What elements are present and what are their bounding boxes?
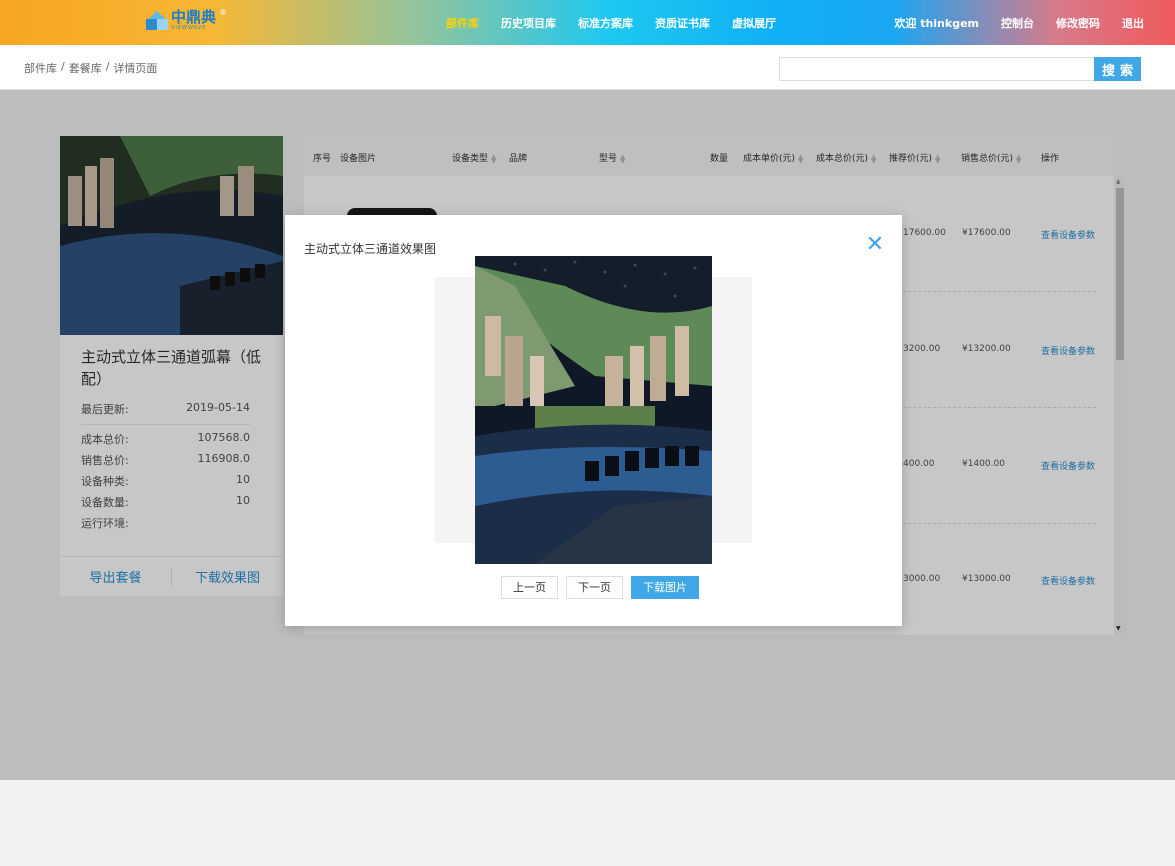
breadcrumb-separator: / — [105, 60, 110, 73]
user-nav: 欢迎 thinkgem 控制台 修改密码 退出 — [894, 15, 1144, 31]
breadcrumb-packages[interactable]: 套餐库 — [69, 60, 102, 76]
modal-title: 主动式立体三通道效果图 — [304, 242, 437, 256]
modal-buttons: 上一页 下一页 下载图片 — [501, 576, 699, 599]
nav-standard-solutions[interactable]: 标准方案库 — [578, 15, 633, 31]
nav-console[interactable]: 控制台 — [1001, 15, 1034, 31]
breadcrumb-detail: 详情页面 — [113, 62, 158, 75]
download-image-button[interactable]: 下载图片 — [631, 576, 699, 599]
breadcrumb-bar: 部件库 / 套餐库 / 详情页面 搜索 — [0, 45, 1175, 90]
breadcrumb-parts[interactable]: 部件库 — [24, 60, 57, 76]
breadcrumb: 部件库 / 套餐库 / 详情页面 — [24, 60, 157, 76]
prev-page-button[interactable]: 上一页 — [501, 576, 558, 599]
registered-mark: ® — [219, 7, 228, 17]
page-footer-area — [0, 780, 1175, 866]
breadcrumb-separator: / — [61, 60, 65, 73]
nav-certificates[interactable]: 资质证书库 — [655, 15, 710, 31]
close-icon[interactable]: ✕ — [865, 234, 885, 256]
welcome-user[interactable]: 欢迎 thinkgem — [894, 15, 979, 31]
nav-parts-library[interactable]: 部件库 — [446, 15, 479, 31]
main-nav: 部件库 历史项目库 标准方案库 资质证书库 虚拟展厅 — [446, 15, 776, 31]
logo-text: 中鼎典 — [171, 7, 217, 26]
search-input[interactable] — [779, 57, 1095, 81]
render-preview-modal: 主动式立体三通道效果图 ✕ 上一页 下一页 下载图片 — [285, 215, 902, 626]
next-page-button[interactable]: 下一页 — [566, 576, 623, 599]
logo-cube-icon — [146, 9, 168, 31]
search-button[interactable]: 搜索 — [1094, 57, 1141, 81]
render-preview-image — [475, 256, 712, 564]
nav-logout[interactable]: 退出 — [1122, 15, 1144, 31]
nav-virtual-hall[interactable]: 虚拟展厅 — [732, 15, 776, 31]
top-navigation-bar: 中鼎典 VIEWWAVE ® 部件库 历史项目库 标准方案库 资质证书库 虚拟展… — [0, 0, 1175, 45]
nav-history-projects[interactable]: 历史项目库 — [501, 15, 556, 31]
nav-change-password[interactable]: 修改密码 — [1056, 15, 1100, 31]
brand-logo[interactable]: 中鼎典 VIEWWAVE ® — [146, 7, 228, 31]
